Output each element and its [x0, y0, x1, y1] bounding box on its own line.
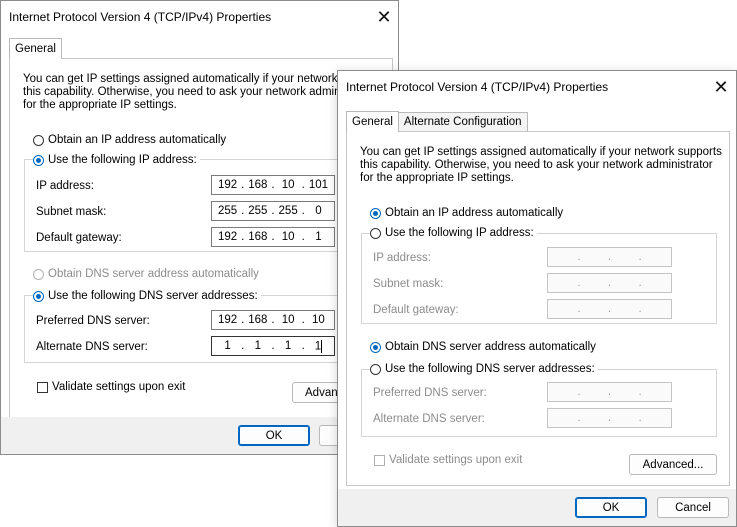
radio-selected: [33, 290, 44, 302]
radio-unselected: [33, 134, 44, 146]
radio-selected: [370, 207, 381, 219]
front-subnet-label: Subnet mask:: [373, 278, 444, 290]
back-pref-dns-label: Preferred DNS server:: [36, 315, 150, 327]
front-subnet-input[interactable]: . . .: [547, 273, 672, 293]
close-icon[interactable]: ✕: [710, 76, 732, 98]
radio-selected: [33, 154, 44, 166]
front-radio-manual-ip[interactable]: Use the following IP address:: [370, 227, 537, 239]
front-dialog: Internet Protocol Version 4 (TCP/IPv4) P…: [337, 70, 737, 527]
back-titlebar[interactable]: Internet Protocol Version 4 (TCP/IPv4) P…: [1, 1, 398, 33]
close-icon[interactable]: ✕: [373, 6, 395, 28]
radio-unselected: [33, 268, 44, 280]
back-tab-general[interactable]: General: [9, 38, 62, 59]
back-general-panel: You can get IP settings assigned automat…: [9, 58, 393, 418]
front-cancel-button[interactable]: Cancel: [657, 497, 729, 518]
front-gateway-input[interactable]: . . .: [547, 299, 672, 319]
front-advanced-button[interactable]: Advanced...: [629, 454, 717, 475]
front-radio-auto-dns[interactable]: Obtain DNS server address automatically: [370, 341, 596, 353]
front-radio-auto-ip[interactable]: Obtain an IP address automatically: [370, 207, 563, 219]
front-gateway-label: Default gateway:: [373, 304, 459, 316]
front-alt-dns-input[interactable]: . . .: [547, 408, 672, 428]
front-ip-input[interactable]: . . .: [547, 247, 672, 267]
back-gateway-input[interactable]: 192. 168. 10. 1: [211, 227, 335, 247]
back-radio-auto-dns[interactable]: Obtain DNS server address automatically: [33, 268, 259, 280]
radio-unselected: [370, 363, 381, 375]
back-radio-manual-ip[interactable]: Use the following IP address:: [33, 154, 200, 166]
back-validate-checkbox[interactable]: Validate settings upon exit: [37, 381, 185, 393]
back-tabs: General: [9, 38, 62, 59]
text-caret: [321, 339, 323, 353]
front-general-panel: You can get IP settings assigned automat…: [346, 131, 730, 486]
back-ip-label: IP address:: [36, 180, 94, 192]
radio-selected: [370, 341, 381, 353]
front-pref-dns-label: Preferred DNS server:: [373, 387, 487, 399]
front-ok-button[interactable]: OK: [575, 497, 647, 518]
front-tab-general[interactable]: General: [346, 111, 399, 132]
checkbox-unchecked: [37, 381, 48, 393]
front-description: You can get IP settings assigned automat…: [360, 146, 722, 184]
front-ip-label: IP address:: [373, 252, 431, 264]
front-validate-checkbox[interactable]: Validate settings upon exit: [374, 454, 522, 466]
back-ip-input[interactable]: 192. 168. 10. 101: [211, 175, 335, 195]
front-footer: OK Cancel: [338, 489, 736, 526]
back-subnet-label: Subnet mask:: [36, 206, 107, 218]
front-dialog-title: Internet Protocol Version 4 (TCP/IPv4) P…: [346, 80, 609, 94]
back-subnet-input[interactable]: 255. 255. 255. 0: [211, 201, 335, 221]
back-ok-button[interactable]: OK: [238, 425, 310, 446]
front-pref-dns-input[interactable]: . . .: [547, 382, 672, 402]
front-tab-alternate[interactable]: Alternate Configuration: [398, 112, 528, 131]
back-description: You can get IP settings assigned automat…: [23, 73, 360, 111]
back-gateway-label: Default gateway:: [36, 232, 122, 244]
back-alt-dns-input[interactable]: 1. 1. 1. 1: [211, 336, 335, 356]
radio-unselected: [370, 227, 381, 239]
front-titlebar[interactable]: Internet Protocol Version 4 (TCP/IPv4) P…: [338, 71, 736, 103]
front-tabs: General Alternate Configuration: [346, 111, 528, 132]
back-alt-dns-label: Alternate DNS server:: [36, 341, 148, 353]
front-radio-manual-dns[interactable]: Use the following DNS server addresses:: [370, 363, 598, 375]
back-radio-auto-ip[interactable]: Obtain an IP address automatically: [33, 134, 226, 146]
back-pref-dns-input[interactable]: 192. 168. 10. 10: [211, 310, 335, 330]
back-radio-manual-dns[interactable]: Use the following DNS server addresses:: [33, 290, 261, 302]
front-alt-dns-label: Alternate DNS server:: [373, 413, 485, 425]
back-dialog-title: Internet Protocol Version 4 (TCP/IPv4) P…: [9, 10, 272, 24]
checkbox-unchecked: [374, 454, 385, 466]
